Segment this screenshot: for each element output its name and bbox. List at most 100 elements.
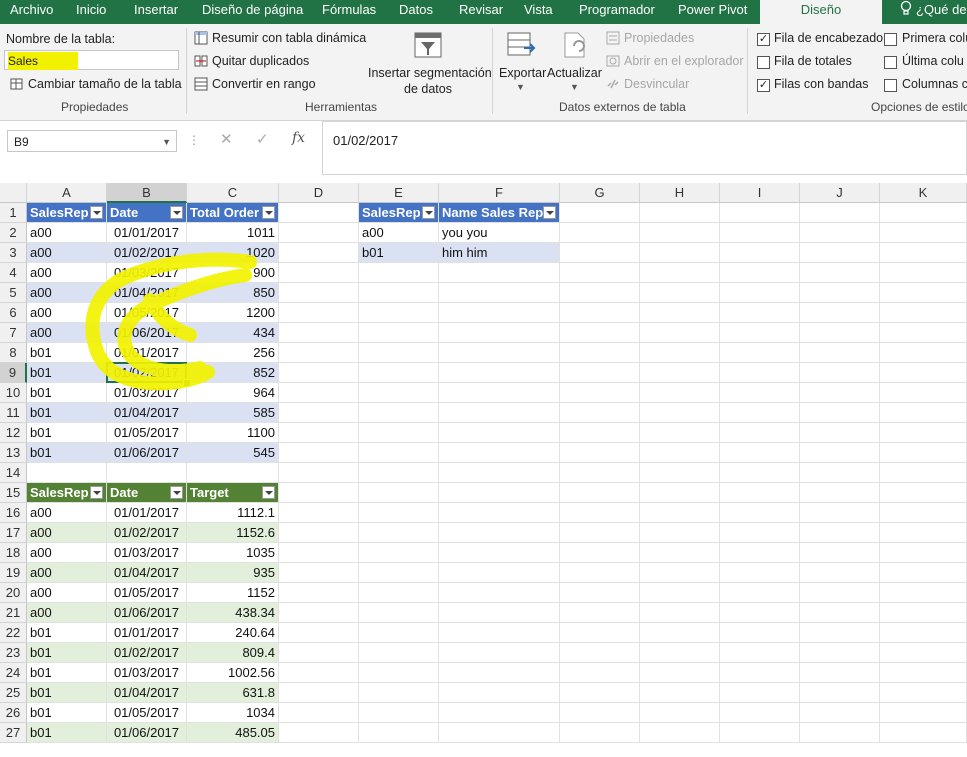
unlink-button[interactable]: Desvincular (624, 77, 689, 91)
row-header[interactable]: 7 (0, 323, 27, 343)
grid-cell[interactable] (720, 703, 800, 723)
grid-cell[interactable] (720, 223, 800, 243)
grid-cell[interactable] (640, 223, 720, 243)
grid-cell[interactable] (640, 643, 720, 663)
tab-inicio[interactable]: Inicio (76, 0, 106, 24)
sales-table-cell[interactable]: 1011 (187, 223, 279, 243)
grid-cell[interactable] (800, 363, 880, 383)
filter-dropdown-icon[interactable] (422, 206, 435, 219)
grid-cell[interactable] (880, 323, 967, 343)
grid-cell[interactable] (800, 423, 880, 443)
row-header[interactable]: 11 (0, 403, 27, 423)
grid-cell[interactable] (359, 363, 439, 383)
grid-cell[interactable] (800, 643, 880, 663)
rep-table-cell[interactable]: a00 (359, 223, 439, 243)
grid-cell[interactable] (279, 703, 359, 723)
row-header[interactable]: 16 (0, 503, 27, 523)
grid-cell[interactable] (560, 363, 640, 383)
column-header[interactable]: B (107, 183, 187, 203)
grid-cell[interactable] (800, 563, 880, 583)
grid-cell[interactable] (439, 703, 560, 723)
target-table-cell[interactable]: 1002.56 (187, 663, 279, 683)
target-table-cell[interactable]: b01 (27, 663, 107, 683)
grid-cell[interactable] (359, 423, 439, 443)
sales-table-cell[interactable]: a00 (27, 263, 107, 283)
column-header[interactable]: E (359, 183, 439, 203)
grid-cell[interactable] (279, 483, 359, 503)
grid-cell[interactable] (279, 643, 359, 663)
target-table-cell[interactable]: 01/01/2017 (107, 503, 187, 523)
sales-table-cell[interactable]: a00 (27, 303, 107, 323)
grid-cell[interactable] (439, 723, 560, 743)
table-name-input[interactable]: Sales (4, 50, 179, 70)
grid-cell[interactable] (880, 583, 967, 603)
column-header[interactable]: F (439, 183, 560, 203)
tab-power-pivot[interactable]: Power Pivot (678, 0, 747, 24)
grid-cell[interactable] (880, 483, 967, 503)
grid-cell[interactable] (800, 403, 880, 423)
row-header[interactable]: 27 (0, 723, 27, 743)
grid-cell[interactable] (359, 303, 439, 323)
grid-cell[interactable] (720, 523, 800, 543)
target-table-cell[interactable]: 1152 (187, 583, 279, 603)
target-table-cell[interactable]: a00 (27, 503, 107, 523)
column-header[interactable]: D (279, 183, 359, 203)
grid-cell[interactable] (279, 263, 359, 283)
column-header[interactable]: C (187, 183, 279, 203)
grid-cell[interactable] (640, 263, 720, 283)
grid-cell[interactable] (720, 403, 800, 423)
target-table-cell[interactable]: a00 (27, 583, 107, 603)
sales-table-cell[interactable]: b01 (27, 363, 107, 383)
grid-cell[interactable] (720, 203, 800, 223)
filter-dropdown-icon[interactable] (170, 206, 183, 219)
sales-table-cell[interactable]: 01/06/2017 (107, 443, 187, 463)
row-header[interactable]: 17 (0, 523, 27, 543)
grid-cell[interactable] (800, 223, 880, 243)
row-header[interactable]: 24 (0, 663, 27, 683)
insert-slicer-button[interactable]: Insertar segmentación (368, 66, 492, 80)
banded-columns-checkbox[interactable] (884, 79, 897, 92)
grid-cell[interactable] (279, 283, 359, 303)
row-header[interactable]: 4 (0, 263, 27, 283)
grid-cell[interactable] (560, 683, 640, 703)
grid-cell[interactable] (640, 523, 720, 543)
cancel-icon[interactable]: ✕ (220, 130, 233, 148)
grid-cell[interactable] (800, 203, 880, 223)
grid-cell[interactable] (720, 283, 800, 303)
grid-cell[interactable] (800, 723, 880, 743)
grid-cell[interactable] (800, 443, 880, 463)
filter-dropdown-icon[interactable] (170, 486, 183, 499)
target-table-header-cell[interactable]: Target (187, 483, 279, 503)
target-table-cell[interactable]: b01 (27, 643, 107, 663)
grid-cell[interactable] (640, 403, 720, 423)
target-table-cell[interactable]: 01/02/2017 (107, 643, 187, 663)
resize-table-button[interactable]: Cambiar tamaño de la tabla (28, 77, 182, 91)
grid-cell[interactable] (560, 383, 640, 403)
select-all-corner[interactable] (0, 183, 27, 203)
sales-table-cell[interactable]: 01/03/2017 (107, 383, 187, 403)
sales-table-cell[interactable]: 01/03/2017 (107, 263, 187, 283)
target-table-cell[interactable]: 01/06/2017 (107, 603, 187, 623)
target-table-cell[interactable]: 01/03/2017 (107, 663, 187, 683)
target-table-cell[interactable]: 01/01/2017 (107, 623, 187, 643)
row-header[interactable]: 8 (0, 343, 27, 363)
grid-cell[interactable] (187, 463, 279, 483)
grid-cell[interactable] (560, 283, 640, 303)
fill-handle[interactable] (183, 379, 191, 387)
grid-cell[interactable] (279, 683, 359, 703)
rep-table-header-cell[interactable]: Name Sales Rep (439, 203, 560, 223)
grid-cell[interactable] (359, 323, 439, 343)
name-box-dropdown-icon[interactable]: ▼ (162, 131, 171, 153)
grid-cell[interactable] (560, 563, 640, 583)
filter-dropdown-icon[interactable] (90, 206, 103, 219)
grid-cell[interactable] (359, 623, 439, 643)
grid-cell[interactable] (720, 643, 800, 663)
rep-table-cell[interactable]: b01 (359, 243, 439, 263)
row-header[interactable]: 15 (0, 483, 27, 503)
remove-duplicates-button[interactable]: Quitar duplicados (212, 54, 309, 68)
grid-cell[interactable] (359, 483, 439, 503)
target-table-cell[interactable]: b01 (27, 623, 107, 643)
target-table-cell[interactable]: b01 (27, 683, 107, 703)
grid-cell[interactable] (880, 383, 967, 403)
sales-table-cell[interactable]: 01/01/2017 (107, 223, 187, 243)
